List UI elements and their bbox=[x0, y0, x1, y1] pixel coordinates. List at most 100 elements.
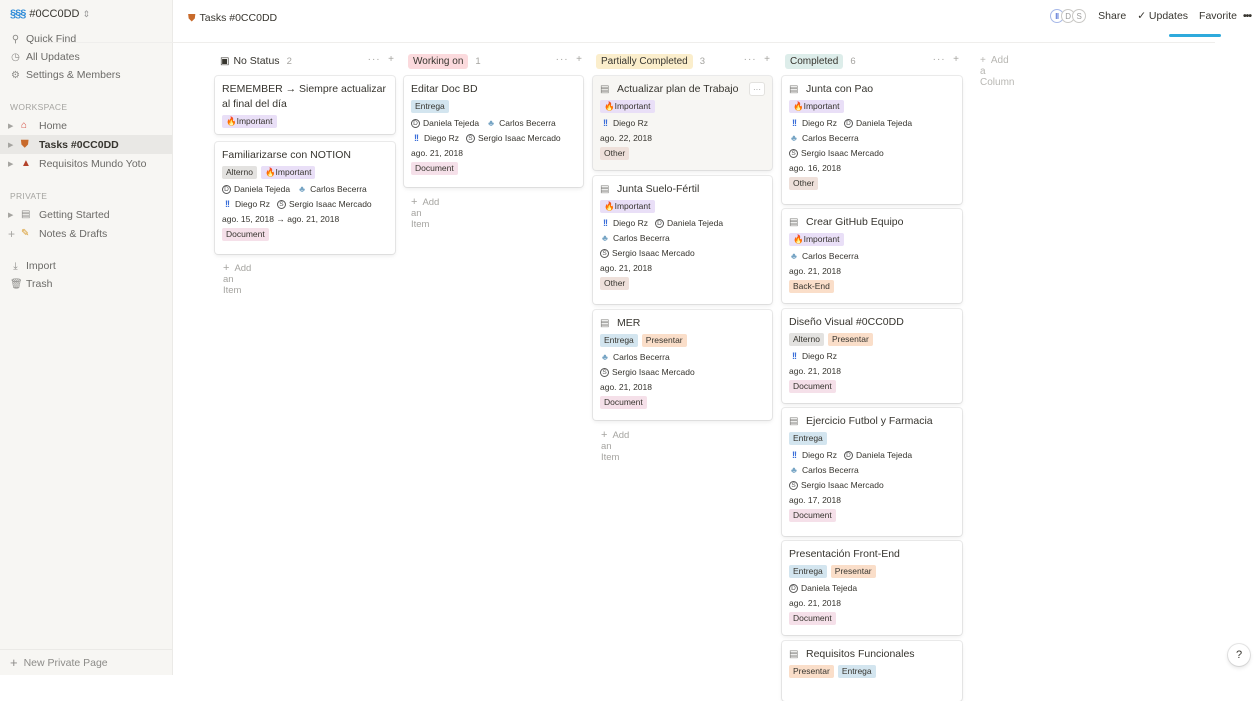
drafts-icon: ✎ bbox=[21, 228, 35, 239]
card[interactable]: Presentación Front-End Entrega Presentar… bbox=[782, 541, 962, 635]
add-item-button[interactable]: +Add an Item bbox=[411, 196, 439, 230]
column-header-working-on[interactable]: Working on 1 ··· + bbox=[408, 52, 583, 70]
sidebar-item-tasks[interactable]: ▶ ⛊ Tasks #0CC0DD bbox=[0, 135, 172, 154]
avatar[interactable]: S bbox=[1072, 9, 1086, 23]
updates-button[interactable]: ✓ Updates bbox=[1137, 10, 1188, 22]
assignees: DDaniela Tejeda ♣Carlos Becerra bbox=[411, 116, 576, 131]
tag-important: 🔥Important bbox=[600, 100, 655, 113]
tag-alterno: Alterno bbox=[222, 166, 257, 179]
document-icon: ▤ bbox=[789, 414, 801, 429]
diego-avatar-icon: !! bbox=[789, 119, 799, 129]
add-item-button[interactable]: +Add an Item bbox=[223, 262, 251, 296]
card[interactable]: ▤Crear GitHub Equipo 🔥Important ♣Carlos … bbox=[782, 209, 962, 303]
sidebar-item-home[interactable]: ▶ ⌂ Home bbox=[0, 116, 172, 135]
add-item-button[interactable]: +Add an Item bbox=[601, 429, 629, 463]
expand-triangle-icon[interactable]: ▶ bbox=[8, 160, 18, 168]
tag-document: Document bbox=[789, 509, 836, 522]
fire-icon: 🔥 bbox=[604, 101, 615, 111]
sidebar-item-label: Tasks #0CC0DD bbox=[39, 139, 119, 151]
add-icon[interactable]: + bbox=[8, 227, 18, 241]
sidebar-item-notes[interactable]: + ✎ Notes & Drafts bbox=[0, 224, 172, 243]
more-options-icon[interactable]: ••• bbox=[1243, 10, 1251, 22]
nav-all-updates[interactable]: ◷ All Updates bbox=[0, 48, 172, 66]
card[interactable]: ▤MER Entrega Presentar ♣Carlos Becerra S… bbox=[593, 310, 772, 420]
card[interactable]: ▤Ejercicio Futbol y Farmacia Entrega !!D… bbox=[782, 408, 962, 536]
breadcrumb-label: Tasks #0CC0DD bbox=[200, 12, 278, 24]
nav-import[interactable]: ⤓ Import bbox=[0, 257, 172, 275]
column-header-partially-completed[interactable]: Partially Completed 3 ··· + bbox=[596, 52, 771, 70]
nav-label: Quick Find bbox=[26, 33, 76, 45]
nav-quick-find[interactable]: ⚲ Quick Find bbox=[0, 30, 172, 48]
column-header-no-status[interactable]: ▣ No Status 2 ··· + bbox=[220, 52, 395, 70]
column-header-completed[interactable]: Completed 6 ··· + bbox=[785, 52, 960, 70]
help-button[interactable]: ? bbox=[1228, 644, 1250, 666]
nav-settings[interactable]: ⚙ Settings & Members bbox=[0, 66, 172, 84]
tag-important: 🔥Important bbox=[789, 233, 844, 246]
avatar-s-icon: S bbox=[600, 249, 609, 258]
assignees: DDaniela Tejeda ♣Carlos Becerra bbox=[222, 182, 388, 197]
card[interactable]: REMEMBER → Siempre actualizar al final d… bbox=[215, 76, 395, 134]
expand-triangle-icon[interactable]: ▶ bbox=[8, 211, 18, 219]
card-title: Familiarizarse con NOTION bbox=[222, 148, 388, 163]
card-title: ▤MER bbox=[600, 316, 765, 331]
column-count: 1 bbox=[475, 56, 480, 67]
plus-icon: + bbox=[10, 655, 18, 670]
carlos-avatar-icon: ♣ bbox=[297, 185, 307, 195]
plus-icon: + bbox=[223, 262, 229, 274]
card-title: ▤Junta con Pao bbox=[789, 82, 955, 97]
tag-important: 🔥Important bbox=[222, 115, 277, 128]
assignees: !!Diego Rz SSergio Isaac Mercado bbox=[411, 131, 576, 146]
assignees: !!Diego Rz DDaniela Tejeda bbox=[789, 448, 955, 463]
column-actions[interactable]: ··· + bbox=[368, 54, 395, 65]
shield-icon: ⛊ bbox=[21, 139, 35, 150]
share-button[interactable]: Share bbox=[1098, 10, 1126, 22]
nav-trash[interactable]: 🗑 Trash bbox=[0, 275, 172, 293]
card-date: ago. 17, 2018 bbox=[789, 493, 955, 508]
column-actions[interactable]: ··· + bbox=[933, 54, 960, 65]
document-icon: ▤ bbox=[600, 316, 612, 331]
card-title: ▤Actualizar plan de Trabajo bbox=[600, 82, 765, 97]
carlos-avatar-icon: ♣ bbox=[486, 119, 496, 129]
card-more-button[interactable]: ··· bbox=[749, 82, 765, 96]
card[interactable]: ▤Junta con Pao 🔥Important !!Diego Rz DDa… bbox=[782, 76, 962, 204]
card-title: Presentación Front-End bbox=[789, 547, 955, 562]
assignees: ♣Carlos Becerra bbox=[600, 231, 765, 246]
sidebar-item-requisitos[interactable]: ▶ ▲ Requisitos Mundo Yoto bbox=[0, 154, 172, 173]
assignees: !!Diego Rz DDaniela Tejeda bbox=[600, 216, 765, 231]
avatar-d-icon: D bbox=[844, 119, 853, 128]
add-column-button[interactable]: +Add a Column bbox=[980, 55, 1014, 88]
check-icon: ✓ bbox=[1137, 10, 1146, 22]
card-date: ago. 16, 2018 bbox=[789, 161, 955, 176]
sidebar-item-getting-started[interactable]: ▶ ▤ Getting Started bbox=[0, 205, 172, 224]
card-title: ▤Junta Suelo-Fértil bbox=[600, 182, 765, 197]
expand-triangle-icon[interactable]: ▶ bbox=[8, 141, 18, 149]
expand-triangle-icon[interactable]: ▶ bbox=[8, 122, 18, 130]
card[interactable]: ▤Junta Suelo-Fértil 🔥Important !!Diego R… bbox=[593, 176, 772, 304]
workspace-logo: §§§ bbox=[10, 8, 25, 20]
card[interactable]: ▤Requisitos Funcionales Presentar Entreg… bbox=[782, 641, 962, 701]
card[interactable]: ▤Actualizar plan de Trabajo ··· 🔥Importa… bbox=[593, 76, 772, 170]
assignees: DDaniela Tejeda bbox=[789, 581, 955, 596]
sidebar: §§§ #0CC0DD ⇕ ⚲ Quick Find ◷ All Updates… bbox=[0, 0, 173, 675]
breadcrumb[interactable]: ⛊ Tasks #0CC0DD bbox=[188, 12, 277, 24]
clock-icon: ◷ bbox=[10, 52, 21, 63]
document-icon: ▤ bbox=[789, 82, 801, 97]
tag-presentar: Presentar bbox=[789, 665, 834, 678]
collaborator-avatars[interactable]: ‖ D S bbox=[1053, 9, 1086, 23]
card[interactable]: Diseño Visual #0CC0DD Alterno Presentar … bbox=[782, 309, 962, 403]
avatar-d-icon: D bbox=[655, 219, 664, 228]
column-actions[interactable]: ··· + bbox=[556, 54, 583, 65]
favorite-button[interactable]: Favorite bbox=[1199, 10, 1237, 22]
tag-alterno: Alterno bbox=[789, 333, 824, 346]
card-date: ago. 21, 2018 bbox=[411, 146, 576, 161]
column-actions[interactable]: ··· + bbox=[744, 54, 771, 65]
card[interactable]: Editar Doc BD Entrega DDaniela Tejeda ♣C… bbox=[404, 76, 583, 187]
card[interactable]: Familiarizarse con NOTION Alterno 🔥Impor… bbox=[215, 142, 395, 254]
document-icon: ▤ bbox=[789, 215, 801, 230]
workspace-switcher[interactable]: §§§ #0CC0DD ⇕ bbox=[0, 0, 172, 28]
nav-label: Trash bbox=[26, 278, 52, 290]
fire-icon: 🔥 bbox=[265, 167, 276, 177]
new-private-page-button[interactable]: + New Private Page bbox=[0, 649, 173, 675]
tag-important: 🔥Important bbox=[789, 100, 844, 113]
assignees: SSergio Isaac Mercado bbox=[789, 478, 955, 493]
